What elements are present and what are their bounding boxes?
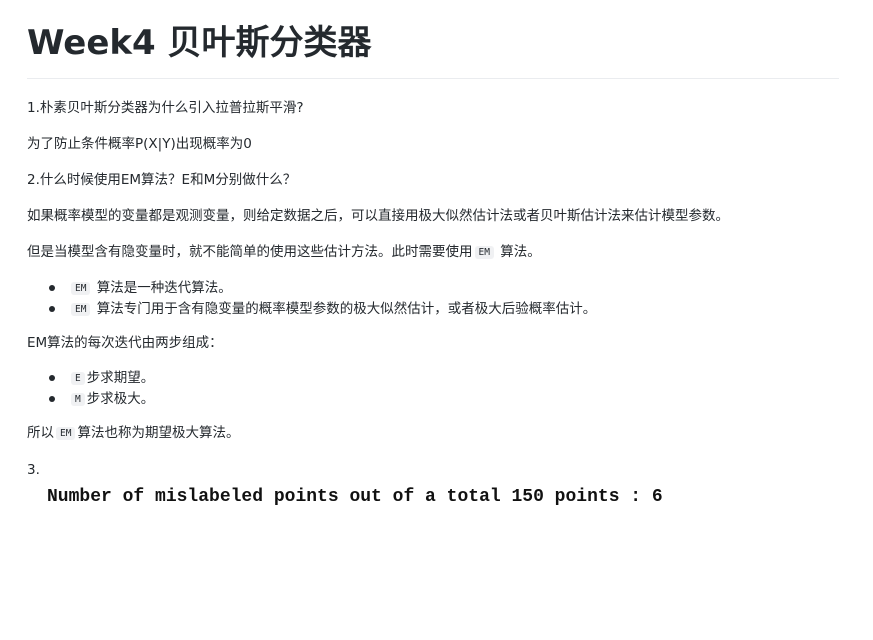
inline-code: EM (474, 246, 494, 259)
bullet-icon (49, 306, 55, 312)
bullet-icon (49, 375, 55, 381)
document: Week4 贝叶斯分类器 1.朴素贝叶斯分类器为什么引入拉普拉斯平滑? 为了防止… (27, 0, 839, 509)
list-item-text: 步求期望。 (86, 370, 155, 386)
answer-1: 为了防止条件概率P(X|Y)出现概率为0 (27, 136, 252, 152)
list-item-text: 算法专门用于含有隐变量的概率模型参数的极大似然估计，或者极大后验概率估计。 (92, 301, 597, 317)
list-item: EM 算法是一种迭代算法。 (49, 278, 839, 299)
inline-code: EM (56, 427, 76, 440)
list-item: EM 算法专门用于含有隐变量的概率模型参数的极大似然估计，或者极大后验概率估计。 (49, 299, 839, 320)
paragraph-em-name: 所以 EM 算法也称为期望极大算法。 (27, 422, 839, 445)
list-item-text: 算法是一种迭代算法。 (92, 280, 232, 296)
bullet-icon (49, 396, 55, 402)
inline-code: EM (71, 303, 91, 316)
inline-code: E (71, 372, 85, 385)
paragraph-observed-variables: 如果概率模型的变量都是观测变量，则给定数据之后，可以直接用极大似然估计法或者贝叶… (27, 208, 729, 224)
list-item: E 步求期望。 (49, 368, 839, 389)
paragraph-text: 所以 (27, 425, 54, 441)
bullet-icon (49, 285, 55, 291)
list-item-text: 步求极大。 (86, 391, 155, 407)
question-1: 1.朴素贝叶斯分类器为什么引入拉普拉斯平滑? (27, 100, 304, 116)
question-3: 3. (27, 462, 40, 478)
paragraph-text: 算法。 (495, 244, 541, 260)
inline-code: M (71, 393, 85, 406)
inline-code: EM (71, 282, 91, 295)
paragraph-text: 但是当模型含有隐变量时，就不能简单的使用这些估计方法。此时需要使用 (27, 244, 473, 260)
list-item: M 步求极大。 (49, 389, 839, 410)
code-output: Number of mislabeled points out of a tot… (47, 487, 663, 507)
em-steps-list: E 步求期望。 M 步求极大。 (27, 368, 839, 410)
question-2: 2.什么时候使用EM算法？E和M分别做什么？ (27, 172, 297, 188)
paragraph-em-steps: EM算法的每次迭代由两步组成： (27, 335, 223, 351)
paragraph-latent-variables: 但是当模型含有隐变量时，就不能简单的使用这些估计方法。此时需要使用 EM 算法。 (27, 241, 839, 264)
title-divider (27, 78, 839, 79)
page-title: Week4 贝叶斯分类器 (27, 23, 372, 63)
paragraph-text: 算法也称为期望极大算法。 (77, 425, 240, 441)
em-properties-list: EM 算法是一种迭代算法。 EM 算法专门用于含有隐变量的概率模型参数的极大似然… (27, 278, 839, 320)
